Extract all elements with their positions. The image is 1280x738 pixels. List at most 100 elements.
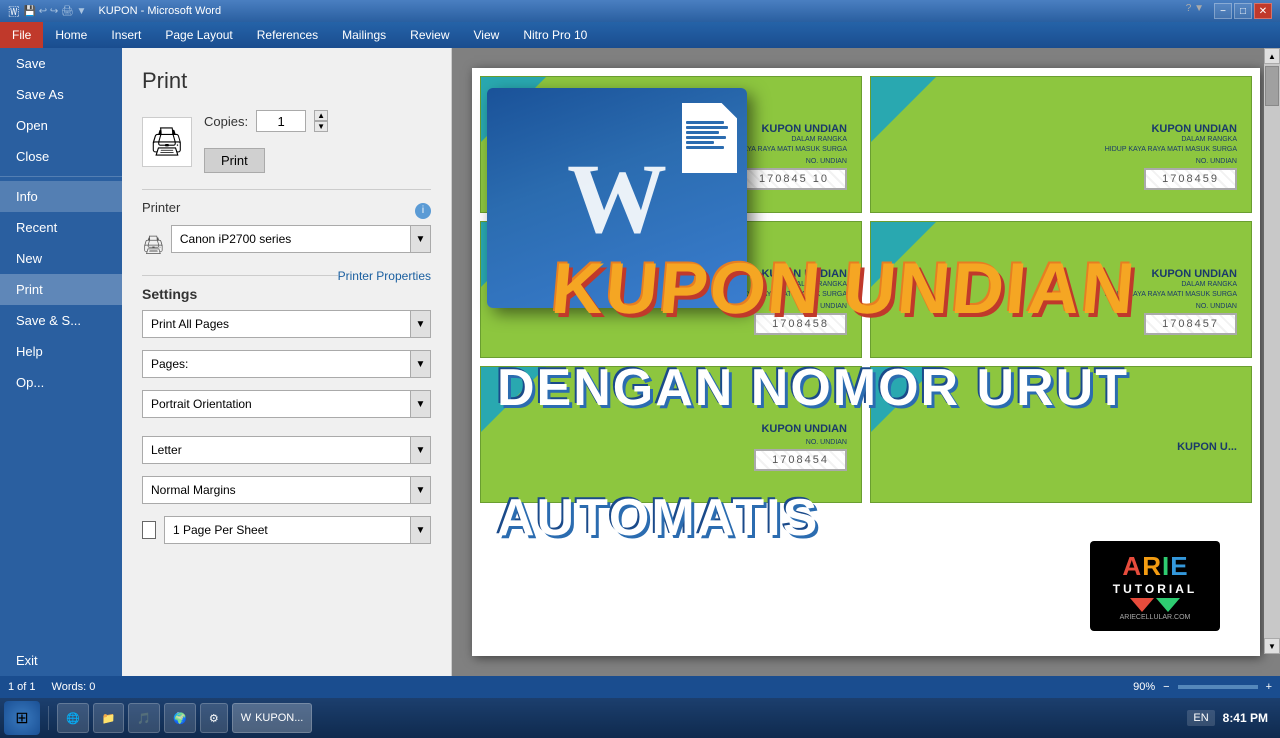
pages-dropdown[interactable]: Print All Pages ▼ [142,310,431,338]
status-left: 1 of 1 Words: 0 [8,681,95,693]
taskbar-explorer[interactable]: 📁 [93,703,125,733]
taskbar-browser[interactable]: 🌍 [164,703,196,733]
pages-per-sheet-dropdown[interactable]: 1 Page Per Sheet ▼ [164,516,431,544]
printer-device-icon: 🖨 [142,235,165,256]
kupon-4-number: 1708457 [1144,313,1237,335]
help-btn[interactable]: ? ▼ [1186,3,1204,19]
orientation-arrow[interactable]: ▼ [410,391,430,417]
title-bar: 🇼 💾 ↩ ↪ 🖨 ▼ KUPON - Microsoft Word ? ▼ −… [0,0,1280,22]
zoom-in-icon[interactable]: + [1266,681,1272,693]
pages-range-dropdown[interactable]: Pages: ▼ [142,350,431,378]
taskbar-settings[interactable]: ⚙ [200,703,228,733]
arie-subtitle: ARIECELLULAR.COM [1120,614,1191,621]
print-button[interactable]: Print [204,148,265,173]
start-button[interactable]: ⊞ [4,701,40,735]
scroll-up-btn[interactable]: ▲ [1264,48,1280,64]
close-button[interactable]: ✕ [1254,3,1272,19]
scroll-down-btn[interactable]: ▼ [1264,638,1280,654]
page-count: 1 of 1 [8,681,36,693]
maximize-button[interactable]: □ [1234,3,1252,19]
menu-info[interactable]: Info [0,181,122,212]
settings-header: Settings [142,286,431,302]
spinner-up[interactable]: ▲ [314,110,328,121]
status-right: 90% − + [1133,681,1272,693]
tab-review[interactable]: Review [398,22,461,48]
tab-file[interactable]: File [0,22,43,48]
menu-print[interactable]: Print [0,274,122,305]
arie-letter-a: A [1122,551,1141,582]
tab-home[interactable]: Home [43,22,99,48]
menu-help[interactable]: Help [0,336,122,367]
copies-label: Copies: [204,114,248,129]
printer-info-icon[interactable]: i [415,203,431,219]
settings-icon: ⚙ [209,712,219,725]
kupon-2-sub2: HIDUP KAYA RAYA MATI MASUK SURGA [1105,145,1237,154]
orientation-dropdown[interactable]: Portrait Orientation ▼ [142,390,431,418]
doc-line-4 [686,136,726,139]
taskbar-media[interactable]: 🎵 [128,703,160,733]
doc-page-mini-1 [682,103,737,173]
zoom-out-icon[interactable]: − [1163,681,1169,693]
menu-options[interactable]: Op... [0,367,122,398]
minimize-button[interactable]: − [1214,3,1232,19]
kupon-4: KUPON UNDIAN DALAM RANGKA HIDUP KAYA RAY… [870,221,1252,358]
print-icon[interactable]: 🖨 [142,117,192,167]
margins-dropdown[interactable]: Normal Margins ▼ [142,476,431,504]
printer-dropdown-arrow[interactable]: ▼ [410,226,430,252]
menu-exit[interactable]: Exit [0,645,122,676]
media-icon: 🎵 [137,712,151,725]
time-display: 8:41 PM [1223,711,1268,725]
pages-range: Pages: [143,353,410,375]
kupon-4-sub2: HIDUP KAYA RAYA MATI MASUK SURGA [1105,290,1237,299]
pages-dropdown-arrow[interactable]: ▼ [410,311,430,337]
orientation-label: Portrait Orientation [143,393,410,415]
menu-close[interactable]: Close [0,141,122,172]
tab-page-layout[interactable]: Page Layout [153,22,244,48]
printer-dropdown[interactable]: Canon iP2700 series ▼ [171,225,431,253]
spinner-down[interactable]: ▼ [314,121,328,132]
tab-mailings[interactable]: Mailings [330,22,398,48]
copies-input[interactable] [256,110,306,132]
menu-recent[interactable]: Recent [0,212,122,243]
zoom-slider[interactable] [1178,685,1258,689]
word-icon: W [241,712,251,724]
menu-save-send[interactable]: Save & S... [0,305,122,336]
tab-view[interactable]: View [462,22,512,48]
menu-open[interactable]: Open [0,110,122,141]
triangle-4 [871,222,936,287]
kupon-1-sub1: DALAM RANGKA [791,135,847,144]
kupon-3-title: KUPON UNDIAN [761,268,847,280]
paper-size-dropdown[interactable]: Letter ▼ [142,436,431,464]
scroll-thumb[interactable] [1265,66,1279,106]
tab-references[interactable]: References [245,22,330,48]
margins-arrow[interactable]: ▼ [410,477,430,503]
arie-triangle-red [1130,598,1154,612]
vertical-scrollbar[interactable]: ▲ ▼ [1264,48,1280,654]
doc-line-6 [686,146,724,149]
paper-size-arrow[interactable]: ▼ [410,437,430,463]
language-indicator[interactable]: EN [1187,710,1214,726]
printer-properties-link[interactable]: Printer Properties [338,269,431,283]
tab-insert[interactable]: Insert [99,22,153,48]
kupon-3-sub1: DALAM RANGKA [791,280,847,289]
print-action-row: 🖨 Copies: ▲ ▼ Print [142,110,431,173]
quick-access[interactable]: 💾 ↩ ↪ 🖨 ▼ [24,6,87,17]
ribbon: File Home Insert Page Layout References … [0,22,1280,48]
pages-per-sheet-arrow[interactable]: ▼ [410,517,430,543]
menu-new[interactable]: New [0,243,122,274]
arie-name-row: A R I E [1122,551,1187,582]
kupon-4-undian: NO. UNDIAN [1196,303,1237,310]
document-preview: KUPON UNDIAN DALAM RANGKA HIDUP KAYA RAY… [452,48,1280,676]
taskbar-word[interactable]: W KUPON... [232,703,313,733]
word-logo-small: 🇼 [8,3,20,19]
kupon-2: KUPON UNDIAN DALAM RANGKA HIDUP KAYA RAY… [870,76,1252,213]
tab-nitro[interactable]: Nitro Pro 10 [511,22,599,48]
settings-section: Settings Print All Pages ▼ Pages: ▼ Port… [142,286,431,544]
menu-save-as[interactable]: Save As [0,79,122,110]
taskbar-ie[interactable]: 🌐 [57,703,89,733]
zoom-level: 90% [1133,681,1155,693]
kupon-3-undian: NO. UNDIAN [806,303,847,310]
menu-save[interactable]: Save [0,48,122,79]
browser-icon: 🌍 [173,712,187,725]
pages-range-arrow[interactable]: ▼ [410,351,430,377]
